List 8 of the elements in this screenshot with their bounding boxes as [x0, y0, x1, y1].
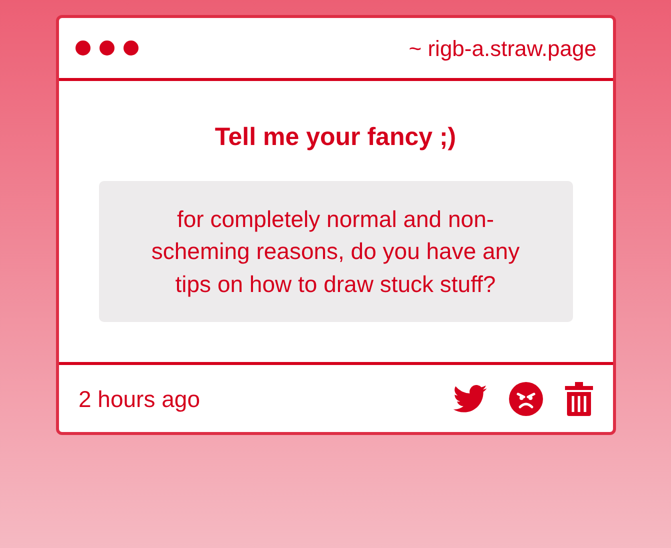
bird-icon[interactable]	[452, 384, 486, 413]
window-dots-icon	[74, 40, 138, 56]
message-text: for completely normal and non-scheming reasons, do you have any tips on how to draw stuck stuff?	[98, 180, 572, 322]
trash-icon[interactable]	[564, 382, 592, 416]
angry-face-icon[interactable]	[508, 382, 542, 416]
card-title: Tell me your fancy ;)	[214, 122, 458, 153]
timestamp: 2 hours ago	[78, 384, 200, 414]
page-address: ~ rigb-a.straw.page	[408, 34, 596, 63]
